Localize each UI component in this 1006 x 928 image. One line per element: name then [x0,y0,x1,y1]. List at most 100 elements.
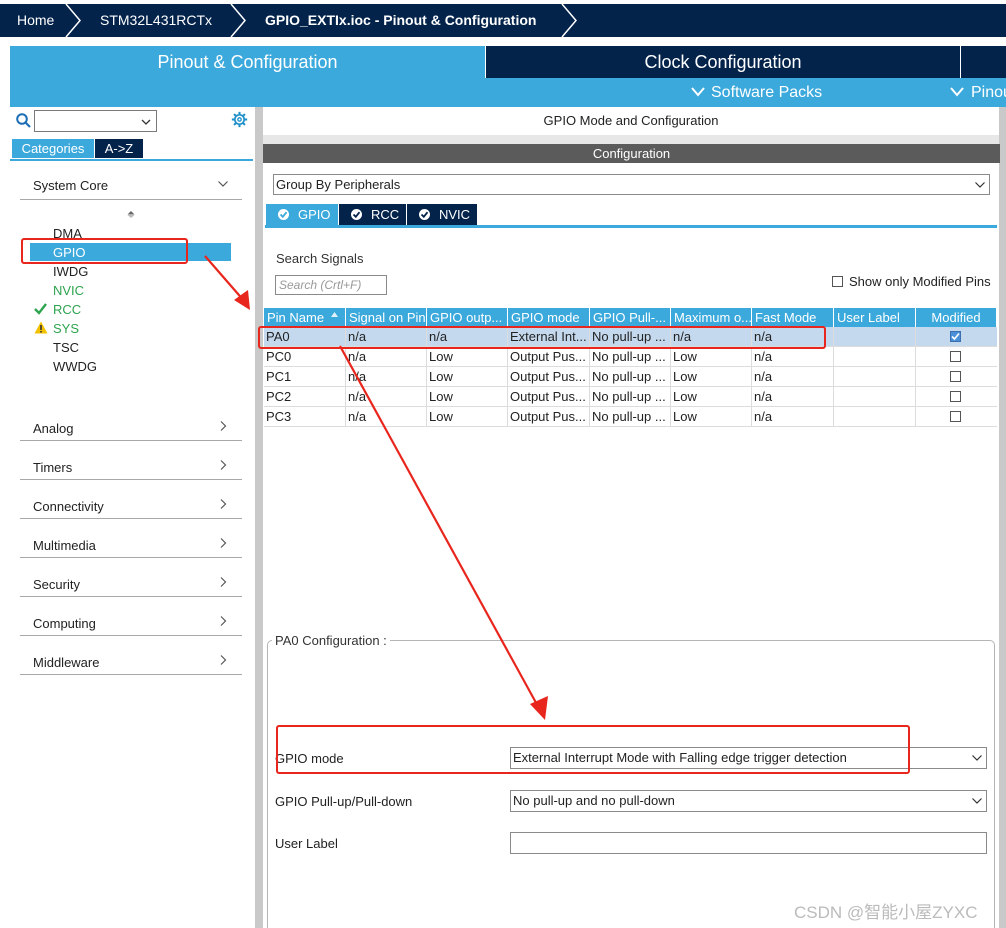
sidebar-item-iwdg[interactable]: IWDG [53,264,88,279]
breadcrumb-chevron-icon [230,4,246,37]
software-packs-menu[interactable]: Software Packs [711,78,822,107]
tab-gpio-label: GPIO [298,207,331,222]
chevron-right-icon [220,421,227,431]
annotation-box-gpio-mode [276,725,910,774]
cell-gpio-output: Low [427,387,508,407]
search-combo[interactable] [34,110,157,132]
cell-user-label [834,407,916,427]
column-header-max-speed[interactable]: Maximum o... [671,308,752,327]
scroll-up-icon[interactable] [127,210,135,219]
chevron-right-icon [220,616,227,626]
sidebar-item-rcc[interactable]: RCC [53,302,81,317]
cell-gpio-output: Low [427,347,508,367]
column-header-signal[interactable]: Signal on Pin [346,308,427,327]
tab-overflow [961,46,1006,78]
tab-clock-configuration[interactable]: Clock Configuration [486,46,960,78]
tab-gpio[interactable]: GPIO [266,204,338,225]
check-circle-icon [419,209,430,220]
search-icon[interactable] [15,112,32,129]
category-middleware[interactable]: Middleware [33,655,99,670]
sidebar-item-wwdg[interactable]: WWDG [53,359,97,374]
column-header-gpio-output[interactable]: GPIO outp... [427,308,508,327]
divider [20,199,242,200]
pinout-menu[interactable]: Pinout [971,78,1006,107]
chevron-right-icon [220,577,227,587]
search-signals-label: Search Signals [276,251,364,266]
cell-signal: n/a [346,387,427,407]
tab-categories[interactable]: Categories [12,139,94,158]
cell-gpio-pull: No pull-up ... [590,367,671,387]
cell-gpio-pull: No pull-up ... [590,387,671,407]
table-row[interactable]: PC3 n/a Low Output Pus... No pull-up ... Low n… [264,407,997,427]
chevron-right-icon [220,460,227,470]
cell-gpio-mode: Output Pus... [508,347,590,367]
modified-checkbox[interactable] [950,371,961,382]
separator [263,135,999,144]
gpio-pull-select[interactable]: No pull-up and no pull-down [510,790,987,812]
table-row[interactable]: PC2 n/a Low Output Pus... No pull-up ... Low n… [264,387,997,407]
modified-checkbox[interactable] [950,411,961,422]
cell-pin-name: PC2 [264,387,346,407]
cell-max-speed: Low [671,407,752,427]
cell-max-speed: Low [671,387,752,407]
column-header-gpio-pull[interactable]: GPIO Pull-... [590,308,671,327]
category-multimedia[interactable]: Multimedia [33,538,96,553]
cell-max-speed: Low [671,367,752,387]
cell-pin-name: PC0 [264,347,346,367]
table-row[interactable]: PC1 n/a Low Output Pus... No pull-up ... Low n… [264,367,997,387]
group-by-value: Group By Peripherals [276,177,401,192]
sub-toolbar [10,78,1006,107]
pa0-configuration-group [267,640,995,928]
cell-signal: n/a [346,407,427,427]
breadcrumb-chevron-icon [65,4,81,37]
chevron-down-icon [218,181,228,187]
column-header-user-label[interactable]: User Label [834,308,916,327]
gpio-pull-label: GPIO Pull-up/Pull-down [275,794,413,809]
tab-nvic[interactable]: NVIC [407,204,477,225]
sort-icon [331,312,338,317]
show-modified-label: Show only Modified Pins [849,274,991,289]
category-security[interactable]: Security [33,577,80,592]
category-connectivity[interactable]: Connectivity [33,499,104,514]
gear-icon[interactable] [231,111,248,128]
sidebar-item-tsc[interactable]: TSC [53,340,79,355]
category-analog[interactable]: Analog [33,421,73,436]
chevron-down-icon [972,755,982,761]
category-system-core[interactable]: System Core [33,178,108,193]
breadcrumb-device[interactable]: STM32L431RCTx [100,4,212,37]
tab-rcc[interactable]: RCC [339,204,406,225]
cell-gpio-mode: Output Pus... [508,407,590,427]
modified-checkbox[interactable] [950,351,961,362]
chevron-right-icon [220,499,227,509]
column-header-gpio-mode[interactable]: GPIO mode [508,308,590,327]
tab-pinout-configuration[interactable]: Pinout & Configuration [10,46,485,78]
splitter-bar[interactable] [255,107,263,928]
breadcrumb-home[interactable]: Home [17,4,54,37]
user-label-input[interactable] [510,832,987,854]
cell-fast-mode: n/a [752,347,834,367]
scrollbar[interactable] [999,107,1006,928]
divider [20,635,242,636]
cell-max-speed: Low [671,347,752,367]
category-timers[interactable]: Timers [33,460,72,475]
tab-rcc-label: RCC [371,207,400,222]
breadcrumb-project[interactable]: GPIO_EXTIx.ioc - Pinout & Configuration [265,4,536,37]
table-row[interactable]: PC0 n/a Low Output Pus... No pull-up ... Low n… [264,347,997,367]
tab-a-to-z[interactable]: A->Z [95,139,143,158]
column-header-fast-mode[interactable]: Fast Mode [752,308,834,327]
group-by-select[interactable]: Group By Peripherals [273,174,990,195]
pa0-configuration-title: PA0 Configuration : [272,633,390,648]
sidebar-item-nvic[interactable]: NVIC [53,283,84,298]
sidebar-item-sys[interactable]: SYS [53,321,79,336]
search-signals-input[interactable]: Search (Crtl+F) [275,275,387,295]
modified-checkbox[interactable] [950,391,961,402]
column-header-modified[interactable]: Modified [916,308,997,327]
chevron-down-icon [972,798,982,804]
divider [20,440,242,441]
category-computing[interactable]: Computing [33,616,96,631]
cell-user-label [834,387,916,407]
modified-checkbox[interactable] [950,331,961,342]
cell-gpio-mode: Output Pus... [508,387,590,407]
show-modified-checkbox[interactable]: Show only Modified Pins [832,274,991,289]
check-circle-icon [278,209,289,220]
